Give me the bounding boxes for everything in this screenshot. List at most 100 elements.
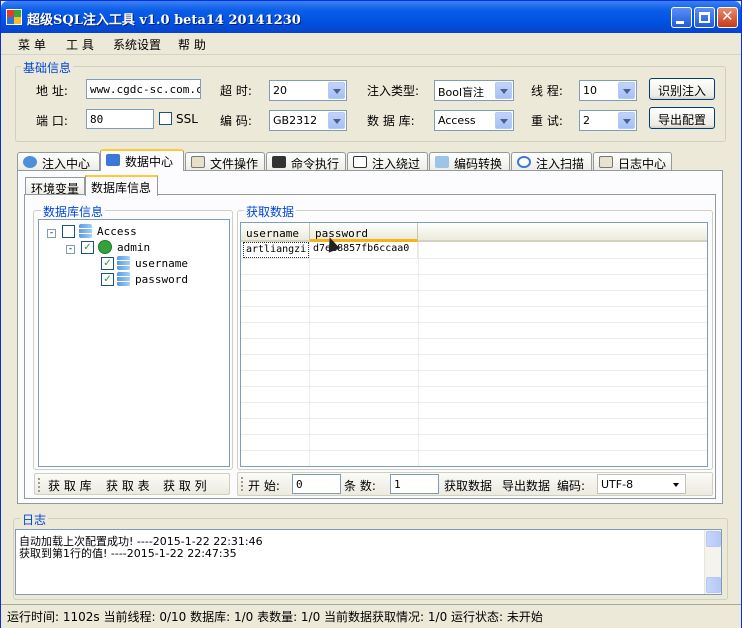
port-label: 端 口: xyxy=(36,114,68,128)
db-tree-label: 数据库信息 xyxy=(41,203,106,220)
output-encoding-value: UTF-8 xyxy=(601,478,634,491)
tab-label: 文件操作 xyxy=(210,157,259,171)
scroll-up-icon[interactable] xyxy=(706,531,721,547)
minimize-button[interactable] xyxy=(671,7,692,28)
tree-checkbox[interactable]: ✓ xyxy=(81,241,94,254)
title-bar[interactable]: 超级SQL注入工具 v1.0 beta14 20141230 ✕ xyxy=(1,1,741,33)
tab-data-center[interactable]: 数据中心 xyxy=(100,149,184,171)
tree-node-table[interactable]: admin xyxy=(117,241,150,254)
toolbar-grip[interactable] xyxy=(38,478,40,492)
menu-item-menu[interactable]: 菜 单 xyxy=(18,36,46,53)
search-icon xyxy=(517,156,531,168)
db-tree[interactable]: - Access - ✓ admin ✓ username ✓ password xyxy=(38,219,230,467)
retry-select[interactable]: 2 xyxy=(579,110,637,131)
tab-command-exec[interactable]: 命令执行 xyxy=(266,152,346,171)
tab-label: 注入绕过 xyxy=(372,157,421,171)
close-icon: ✕ xyxy=(721,7,734,25)
tab-log-center[interactable]: 日志中心 xyxy=(593,152,672,171)
grid-line xyxy=(241,258,707,259)
fetch-data-label: 获取数据 xyxy=(244,203,297,220)
grid-line xyxy=(241,338,707,339)
collapse-icon[interactable]: - xyxy=(47,229,56,238)
tree-toolbar: 获 取 库 获 取 表 获 取 列 xyxy=(34,473,230,495)
tab-label: 日志中心 xyxy=(618,157,667,171)
book-icon xyxy=(599,156,613,168)
menu-item-settings[interactable]: 系统设置 xyxy=(113,36,161,53)
scroll-down-icon[interactable] xyxy=(706,577,721,593)
window-title: 超级SQL注入工具 v1.0 beta14 20141230 xyxy=(27,13,301,28)
grid-line xyxy=(241,418,707,419)
encoding-select[interactable]: GB2312 xyxy=(269,110,347,131)
encoding-value: GB2312 xyxy=(273,114,318,127)
port-input[interactable]: 80 xyxy=(86,109,154,129)
tab-inject-center[interactable]: 注入中心 xyxy=(17,152,100,171)
get-tables-button[interactable]: 获 取 表 xyxy=(106,477,150,494)
collapse-icon[interactable]: - xyxy=(66,245,75,254)
export-config-button[interactable]: 导出配置 xyxy=(649,107,715,129)
retry-label: 重 试: xyxy=(531,114,563,128)
tab-encode-convert[interactable]: 编码转换 xyxy=(429,152,510,171)
chevron-down-icon xyxy=(618,112,635,129)
grid-line xyxy=(241,274,707,275)
tree-checkbox[interactable]: ✓ xyxy=(101,273,114,286)
grid-line xyxy=(241,386,707,387)
bypass-icon xyxy=(353,156,367,168)
identify-injection-button[interactable]: 识别注入 xyxy=(649,78,715,100)
chevron-down-icon xyxy=(328,112,345,129)
maximize-button[interactable] xyxy=(694,7,715,28)
tab-inject-bypass[interactable]: 注入绕过 xyxy=(347,152,428,171)
close-button[interactable]: ✕ xyxy=(717,7,738,28)
count-input[interactable]: 1 xyxy=(390,474,439,494)
menu-item-help[interactable]: 帮 助 xyxy=(178,36,206,53)
get-databases-button[interactable]: 获 取 库 xyxy=(48,477,92,494)
timeout-label: 超 时: xyxy=(220,84,252,98)
tree-checkbox[interactable] xyxy=(62,225,75,238)
chevron-down-icon xyxy=(495,112,512,129)
grid-line xyxy=(241,322,707,323)
tree-node-db[interactable]: Access xyxy=(97,225,137,238)
database-select[interactable]: Access xyxy=(434,110,514,131)
tab-file-ops[interactable]: 文件操作 xyxy=(185,152,265,171)
log-line: 获取到第1行的值! ----2015-1-22 22:47:35 xyxy=(19,547,237,560)
get-columns-button[interactable]: 获 取 列 xyxy=(163,477,207,494)
app-icon xyxy=(6,9,22,25)
tree-checkbox[interactable]: ✓ xyxy=(101,257,114,270)
file-edit-icon xyxy=(191,156,205,168)
menu-item-tools[interactable]: 工 具 xyxy=(66,36,94,53)
retry-value: 2 xyxy=(583,114,590,127)
column-header-filler xyxy=(418,223,707,242)
toolbar-grip[interactable] xyxy=(241,477,243,491)
data-grid[interactable]: username password artliangzi d7ec8857fb6… xyxy=(240,222,708,467)
tab-inject-scan[interactable]: 注入扫描 xyxy=(511,152,592,171)
export-data-button[interactable]: 导出数据 xyxy=(502,477,550,494)
inject-type-select[interactable]: Bool盲注 xyxy=(434,80,514,101)
maximize-icon xyxy=(699,12,710,23)
menu-bar: 菜 单 工 具 系统设置 帮 助 xyxy=(1,33,741,55)
tab-label: 命令执行 xyxy=(291,157,340,171)
table-cell[interactable]: artliangzi xyxy=(243,242,309,258)
output-encoding-select[interactable]: UTF-8 xyxy=(597,474,686,494)
tab-label: 注入扫描 xyxy=(536,157,585,171)
log-textarea[interactable]: 自动加载上次配置成功! ----2015-1-22 22:31:46 获取到第1… xyxy=(15,529,722,595)
timeout-select[interactable]: 20 xyxy=(269,80,347,101)
database-icon xyxy=(79,224,92,238)
inject-type-label: 注入类型: xyxy=(367,84,420,98)
table-check-icon xyxy=(98,240,112,254)
column-header[interactable]: username xyxy=(241,223,310,242)
log-scrollbar[interactable] xyxy=(704,530,721,594)
fetch-data-button[interactable]: 获取数据 xyxy=(444,477,492,494)
ssl-checkbox[interactable] xyxy=(159,112,172,125)
subtab-db-info[interactable]: 数据库信息 xyxy=(85,175,158,196)
threads-value: 10 xyxy=(583,84,597,97)
database-label: 数 据 库: xyxy=(367,114,415,128)
address-input[interactable]: www.cgdc-sc.com.cn xyxy=(86,79,201,99)
minimize-icon xyxy=(676,21,684,24)
tree-node-column[interactable]: password xyxy=(135,273,188,286)
grid-line xyxy=(241,450,707,451)
tree-node-column[interactable]: username xyxy=(135,257,188,270)
start-input[interactable]: 0 xyxy=(292,474,341,494)
start-label: 开 始: xyxy=(248,479,280,493)
threads-select[interactable]: 10 xyxy=(579,80,637,101)
threads-label: 线 程: xyxy=(531,84,563,98)
tab-label: 编码转换 xyxy=(454,157,503,171)
